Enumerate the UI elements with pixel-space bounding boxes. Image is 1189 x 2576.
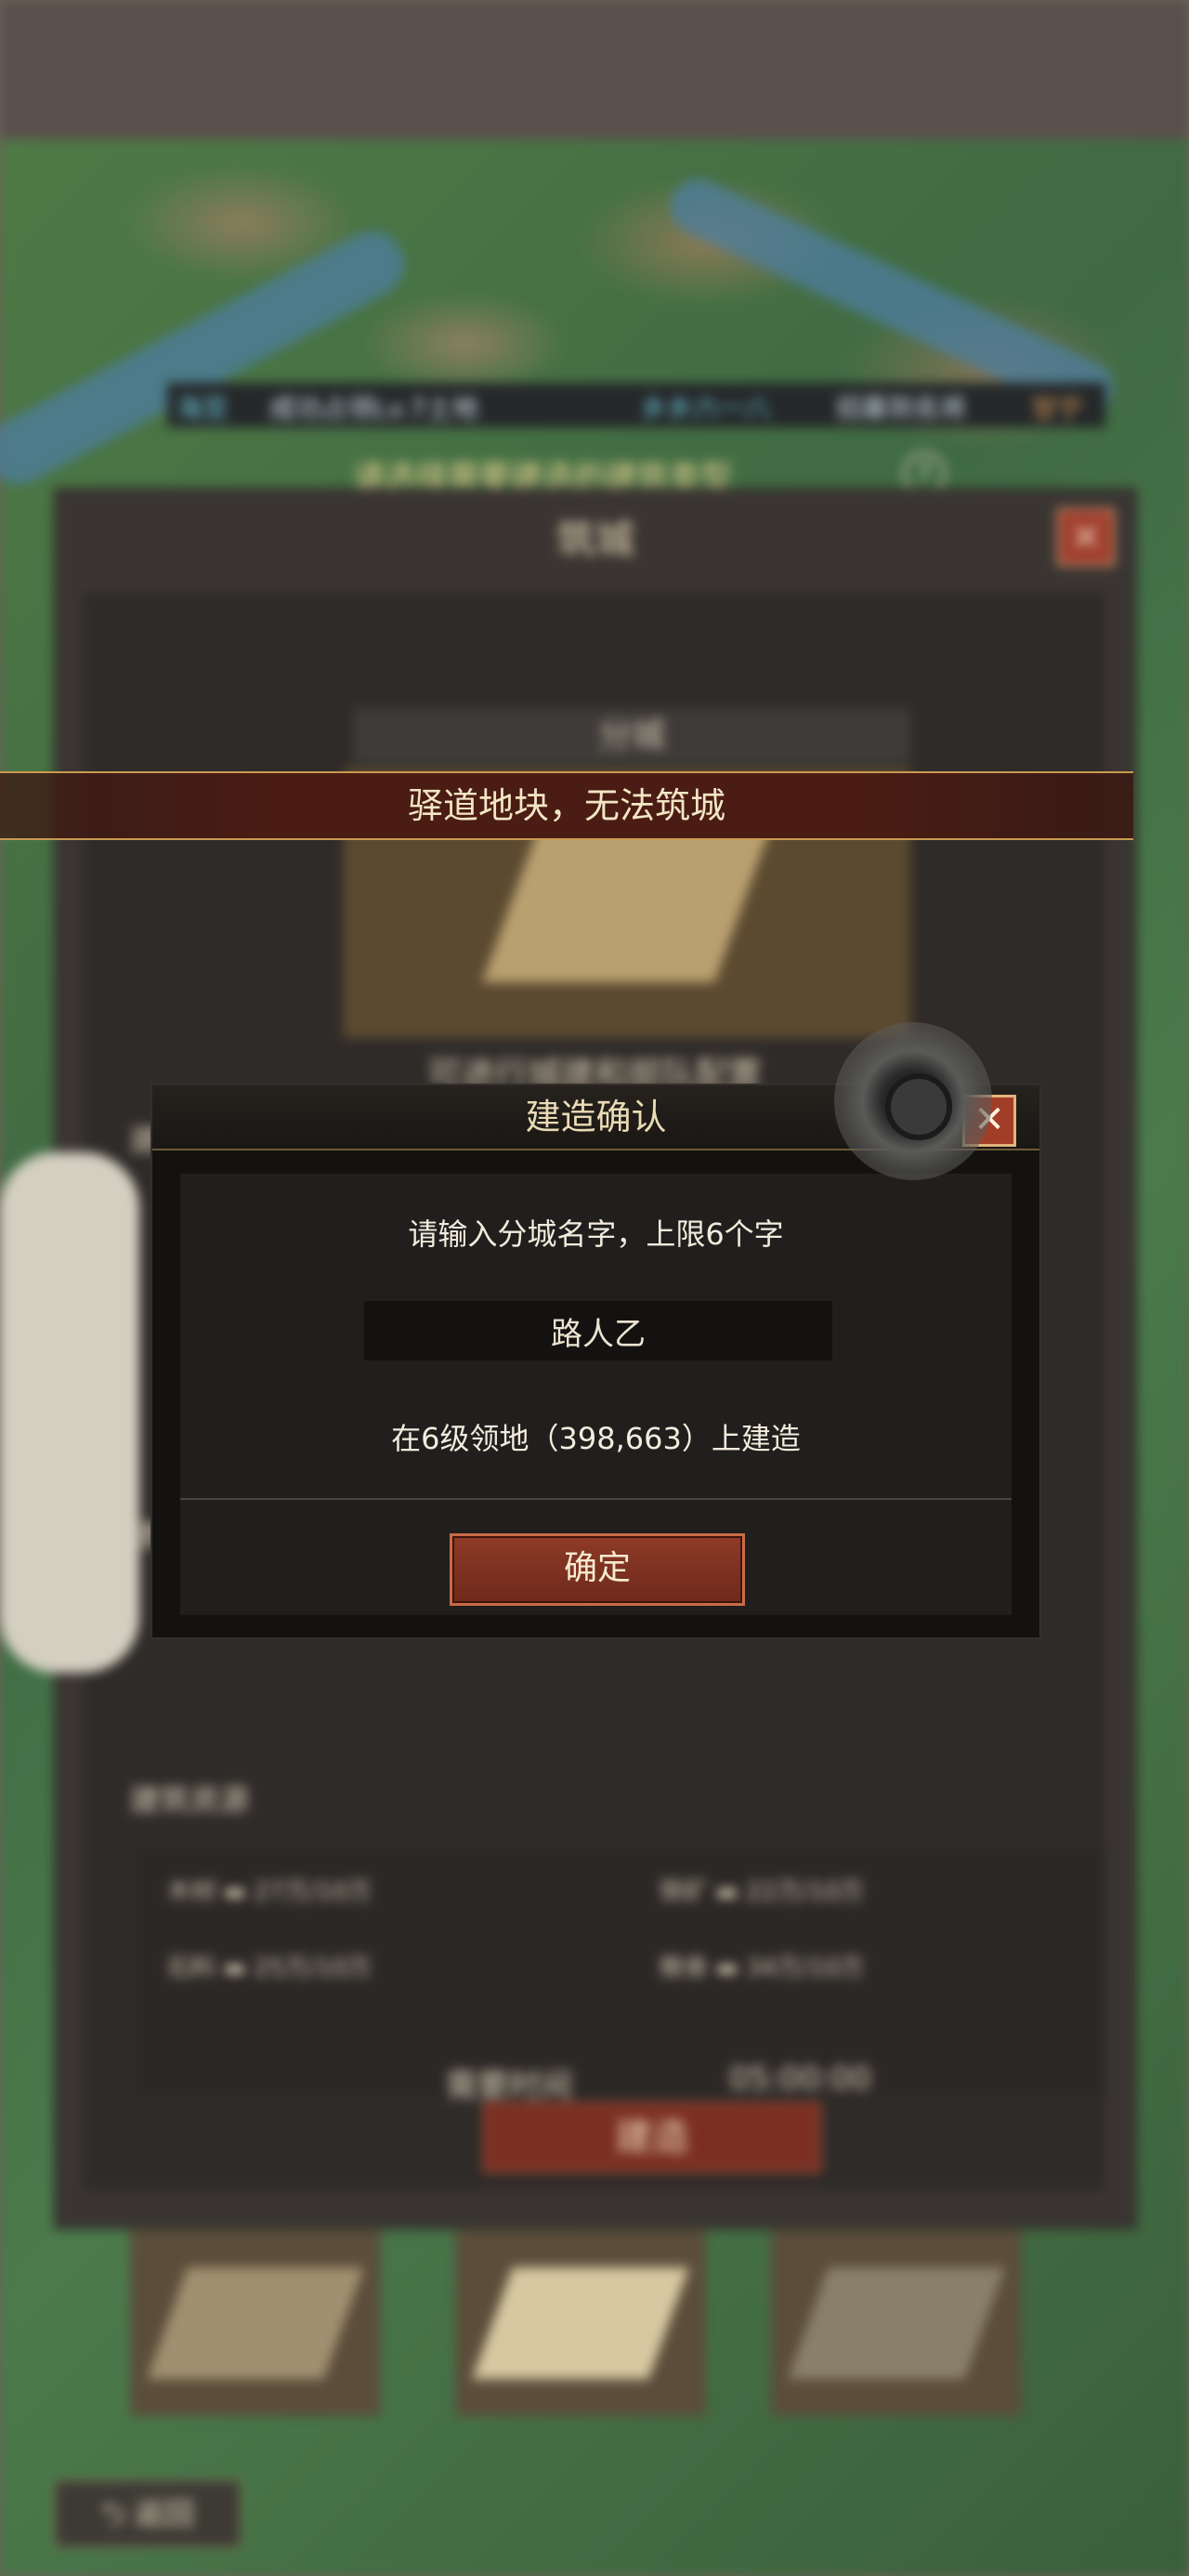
- top-bar: [0, 0, 1189, 139]
- back-button[interactable]: ⮌ 返回: [54, 2479, 242, 2548]
- divider: [180, 1498, 1012, 1500]
- resource-value: 34万/10万: [746, 1954, 865, 1982]
- record-icon: [885, 1073, 952, 1140]
- resource-grid: 木材 ▬ 27万/10万 铁矿 ▬ 22万/10万 石料 ▬ 25万/10万 粮…: [139, 1847, 1105, 2097]
- confirm-button[interactable]: 确定: [450, 1533, 745, 1606]
- need-time-label: 需要时间: [446, 2068, 572, 2105]
- message-text: 成功占领Lv.7土地: [269, 393, 478, 424]
- build-button[interactable]: 建造: [483, 2102, 821, 2173]
- need-time-value: 05:00:00: [729, 2060, 871, 2097]
- message-text: 招募到名将: [836, 393, 967, 424]
- banner-text: 驿道地块，无法筑城: [407, 785, 725, 826]
- back-label: 返回: [134, 2496, 194, 2531]
- message-tag: 海至: [176, 393, 229, 424]
- warning-banner: 驿道地块，无法筑城: [0, 771, 1133, 840]
- building-option-card[interactable]: [455, 2230, 706, 2416]
- resource-name: 石料: [167, 1954, 216, 1982]
- message-hero: 甘宁: [1031, 393, 1084, 424]
- floating-overlay-button[interactable]: [834, 1022, 992, 1180]
- world-message-strip: 海至 成功占领Lv.7土地 乡乡六一八 招募到名将 甘宁: [167, 383, 1105, 427]
- resource-value: 25万/10万: [254, 1954, 372, 1982]
- building-option-card[interactable]: [130, 2230, 381, 2416]
- section-resources-title: 建筑资源: [130, 1782, 250, 1818]
- building-option-card[interactable]: [771, 2230, 1022, 2416]
- panel-title: 筑城: [555, 517, 634, 562]
- building-type-name: 分城: [353, 708, 910, 764]
- building-image: [482, 824, 772, 982]
- resource-name: 粮食: [660, 1954, 709, 1982]
- resource-value: 27万/10万: [254, 1878, 372, 1906]
- message-player: 乡乡六一八: [641, 393, 772, 424]
- general-portrait: [0, 1152, 139, 1673]
- panel-close-button[interactable]: ×: [1057, 508, 1115, 566]
- dialog-prompt: 请输入分城名字，上限6个字: [408, 1216, 784, 1252]
- build-location-text: 在6级领地（398,663）上建造: [391, 1421, 801, 1456]
- city-name-input[interactable]: [364, 1301, 832, 1360]
- resource-name: 木材: [167, 1878, 216, 1906]
- resource-name: 铁矿: [660, 1878, 709, 1906]
- resource-value: 22万/10万: [746, 1878, 865, 1906]
